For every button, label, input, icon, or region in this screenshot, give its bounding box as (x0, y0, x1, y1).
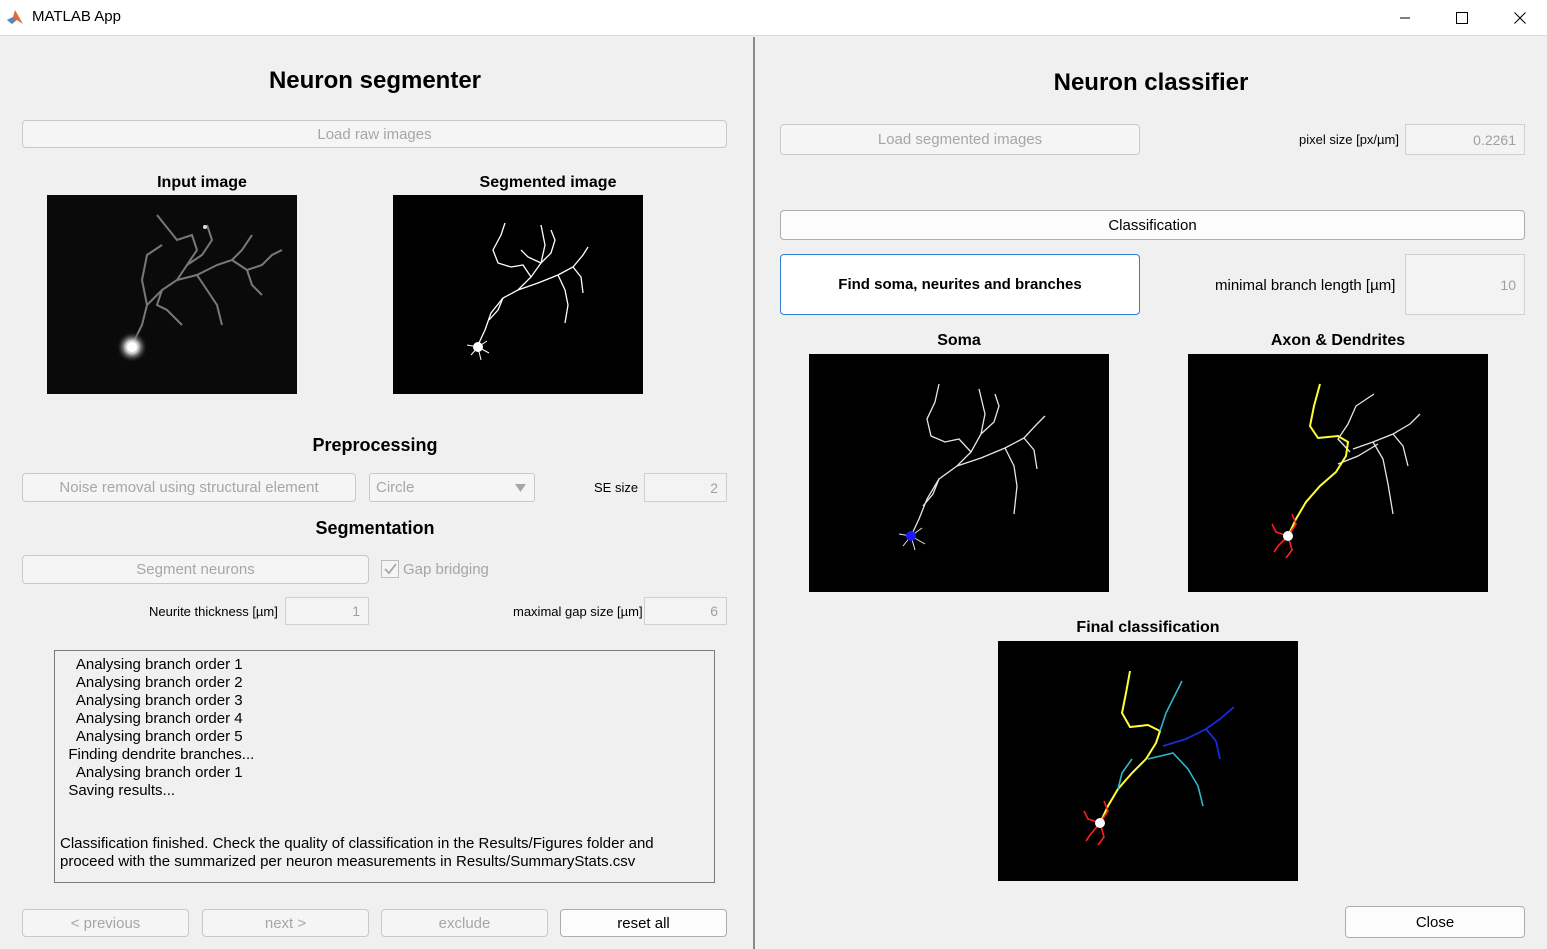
pixel-size-label: pixel size [px/µm] (1299, 132, 1399, 147)
log-line: Analysing branch order 2 (60, 674, 243, 691)
final-classification-canvas (1083, 670, 1235, 846)
log-line: Analysing branch order 1 (60, 764, 243, 781)
neurite-thickness-label: Neurite thickness [µm] (149, 604, 278, 619)
gap-size-label: maximal gap size [µm] (513, 604, 643, 619)
preprocessing-title: Preprocessing (312, 435, 438, 455)
shape-select-value: Circle (376, 479, 415, 496)
pixel-size-field[interactable]: 0.2261 (1405, 124, 1525, 155)
gap-bridging-label: Gap bridging (403, 561, 489, 578)
se-size-field[interactable]: 2 (644, 473, 727, 502)
soma-image (809, 354, 1109, 592)
log-output[interactable]: Analysing branch order 1 Analysing branc… (54, 650, 715, 883)
segmented-image-title: Segmented image (479, 174, 617, 191)
final-classification-title: Final classification (1076, 619, 1220, 636)
log-line: Finding dendrite branches... (60, 746, 255, 763)
input-image (47, 195, 297, 394)
gap-size-field[interactable]: 6 (644, 597, 727, 625)
soma-marker (906, 531, 916, 541)
noise-removal-button[interactable]: Noise removal using structural element (22, 473, 356, 502)
reset-all-button[interactable]: reset all (560, 909, 727, 937)
log-final-message: Classification finished. Check the quali… (60, 835, 654, 870)
close-icon (1514, 12, 1526, 24)
segment-neurons-button[interactable]: Segment neurons (22, 555, 369, 584)
matlab-logo-icon (6, 8, 24, 26)
shape-select[interactable]: Circle (369, 473, 535, 502)
soma-title: Soma (937, 332, 981, 349)
log-line: Analysing branch order 5 (60, 728, 243, 745)
input-image-canvas (47, 195, 297, 394)
close-window-button[interactable] (1491, 0, 1547, 36)
input-image-title: Input image (157, 174, 247, 191)
next-button[interactable]: next > (202, 909, 369, 937)
segmented-image (393, 195, 643, 394)
close-button[interactable]: Close (1345, 906, 1525, 938)
window-title: MATLAB App (32, 8, 121, 25)
soma-image-canvas (898, 383, 1046, 551)
checkmark-icon (384, 563, 397, 575)
se-size-label: SE size (594, 480, 639, 495)
axon-dendrites-image (1188, 354, 1488, 592)
final-classification-image (998, 641, 1298, 881)
segmenter-panel: Neuron segmenter Load raw images Input i… (0, 37, 753, 949)
axon-dendrites-title: Axon & Dendrites (1270, 332, 1406, 349)
log-line: Analysing branch order 3 (60, 692, 243, 709)
minimize-icon (1400, 17, 1410, 19)
log-line: Analysing branch order 1 (60, 656, 243, 673)
log-line: Analysing branch order 4 (60, 710, 243, 727)
min-branch-length-field[interactable]: 10 (1405, 254, 1525, 315)
segmentation-title: Segmentation (315, 518, 435, 538)
previous-button[interactable]: < previous (22, 909, 189, 937)
log-line: Saving results... (60, 782, 176, 799)
exclude-button[interactable]: exclude (381, 909, 548, 937)
load-raw-images-button[interactable]: Load raw images (22, 120, 727, 148)
neurite-thickness-field[interactable]: 1 (285, 597, 369, 625)
find-soma-neurites-button[interactable]: Find soma, neurites and branches (780, 254, 1140, 315)
segmenter-title: Neuron segmenter (268, 67, 482, 94)
gap-bridging-checkbox[interactable] (381, 560, 399, 578)
axon-dendrites-canvas (1271, 383, 1421, 559)
min-branch-length-label: minimal branch length [µm] (1215, 277, 1396, 294)
title-bar: MATLAB App (0, 0, 1547, 36)
maximize-icon (1456, 12, 1468, 24)
maximize-button[interactable] (1433, 0, 1491, 36)
load-segmented-images-button[interactable]: Load segmented images (780, 124, 1140, 155)
minimize-button[interactable] (1376, 0, 1434, 36)
segmented-image-canvas (466, 222, 589, 361)
classifier-title: Neuron classifier (1053, 69, 1249, 96)
classifier-panel: Neuron classifier Load segmented images … (755, 37, 1547, 949)
classification-button[interactable]: Classification (780, 210, 1525, 240)
dropdown-arrow-icon (515, 484, 526, 492)
